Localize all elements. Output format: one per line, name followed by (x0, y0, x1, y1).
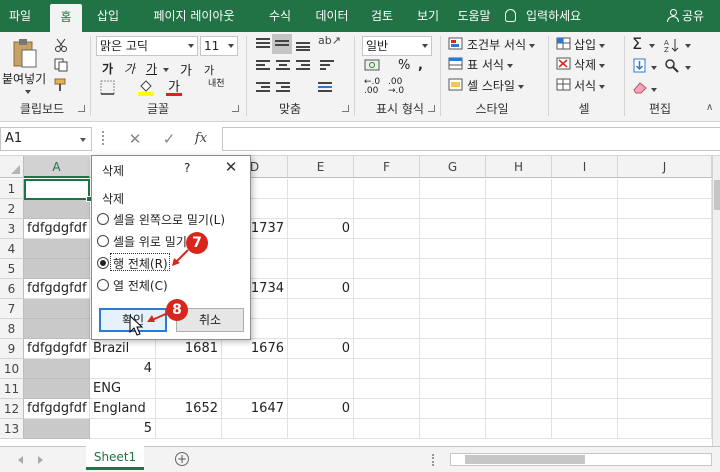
mouse-cursor-icon (129, 314, 144, 336)
callout-7-arrow (175, 249, 189, 263)
callout-8-arrow (151, 312, 169, 321)
callout-8: 8 (166, 299, 188, 321)
annotation-overlay (129, 249, 189, 336)
callout-7: 7 (186, 232, 208, 254)
